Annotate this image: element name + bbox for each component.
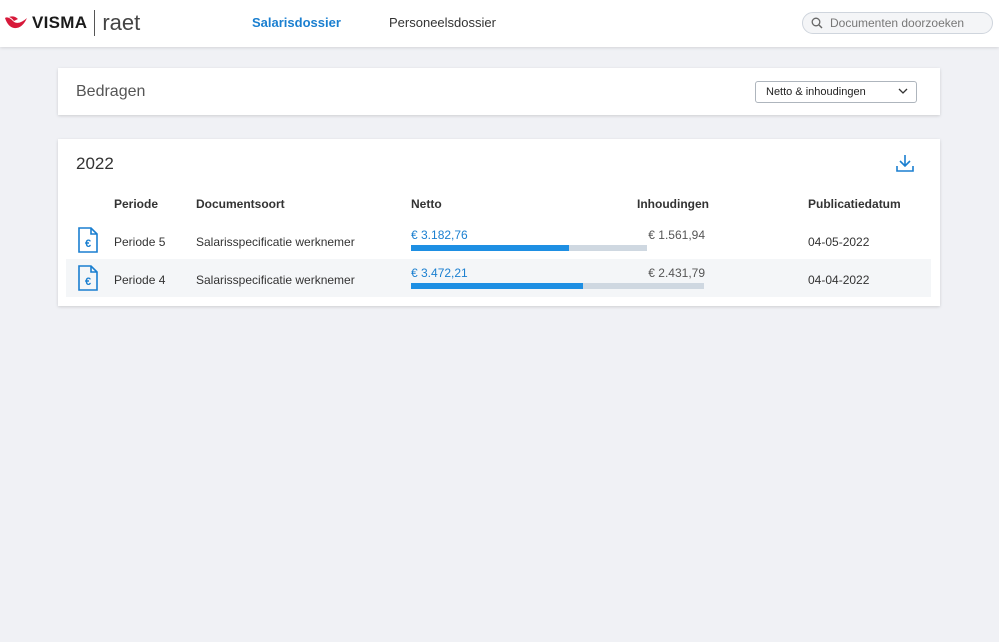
search-icon bbox=[811, 17, 823, 29]
netto-bar-fill bbox=[411, 245, 570, 251]
year-title: 2022 bbox=[76, 154, 114, 173]
amounts-select[interactable]: Netto & inhoudingen bbox=[755, 81, 917, 103]
publicatiedatum: 04-04-2022 bbox=[808, 273, 870, 287]
inhoudingen-amount: € 1.561,94 bbox=[648, 228, 705, 242]
search-placeholder: Documenten doorzoeken bbox=[830, 16, 965, 30]
logo-divider bbox=[94, 10, 96, 36]
search-input[interactable]: Documenten doorzoeken bbox=[802, 12, 993, 34]
nav-personeelsdossier[interactable]: Personeelsdossier bbox=[389, 15, 496, 30]
documentsoort[interactable]: Salarisspecificatie werknemer bbox=[196, 273, 355, 287]
netto-bar bbox=[411, 245, 647, 251]
col-documentsoort: Documentsoort bbox=[196, 197, 285, 211]
svg-text:€: € bbox=[85, 238, 91, 250]
nav-salarisdossier[interactable]: Salarisdossier bbox=[252, 15, 341, 30]
periode: Periode 5 bbox=[114, 235, 166, 249]
chevron-down-icon bbox=[898, 84, 908, 101]
euro-document-icon[interactable]: € bbox=[78, 265, 98, 294]
inhoudingen-amount: € 2.431,79 bbox=[648, 266, 705, 280]
col-netto: Netto bbox=[411, 197, 442, 211]
top-bar: VISMA raet Salarisdossier Personeelsdoss… bbox=[0, 0, 999, 47]
year-card: 2022 Periode Documentsoort Netto Inhoudi… bbox=[58, 139, 940, 306]
svg-text:€: € bbox=[85, 276, 91, 288]
product-name: raet bbox=[102, 10, 141, 35]
card-title: Bedragen bbox=[76, 83, 146, 100]
table-row[interactable]: € Periode 5 Salarisspecificatie werkneme… bbox=[66, 221, 931, 259]
visma-swoosh-icon bbox=[5, 16, 27, 29]
amounts-card: Bedragen Netto & inhoudingen bbox=[58, 68, 940, 115]
netto-bar bbox=[411, 283, 704, 289]
documentsoort[interactable]: Salarisspecificatie werknemer bbox=[196, 235, 355, 249]
visma-raet-logo[interactable]: VISMA raet bbox=[4, 10, 140, 36]
download-icon[interactable] bbox=[895, 153, 915, 178]
col-inhoudingen: Inhoudingen bbox=[637, 197, 709, 211]
col-periode: Periode bbox=[114, 197, 159, 211]
euro-document-icon[interactable]: € bbox=[78, 227, 98, 256]
select-value: Netto & inhoudingen bbox=[766, 86, 866, 98]
brand-name: VISMA bbox=[32, 13, 88, 32]
netto-bar-fill bbox=[411, 283, 584, 289]
netto-amount: € 3.182,76 bbox=[411, 228, 468, 242]
col-publicatiedatum: Publicatiedatum bbox=[808, 197, 901, 211]
netto-amount: € 3.472,21 bbox=[411, 266, 468, 280]
periode: Periode 4 bbox=[114, 273, 166, 287]
table-row[interactable]: € Periode 4 Salarisspecificatie werkneme… bbox=[66, 259, 931, 297]
publicatiedatum: 04-05-2022 bbox=[808, 235, 870, 249]
